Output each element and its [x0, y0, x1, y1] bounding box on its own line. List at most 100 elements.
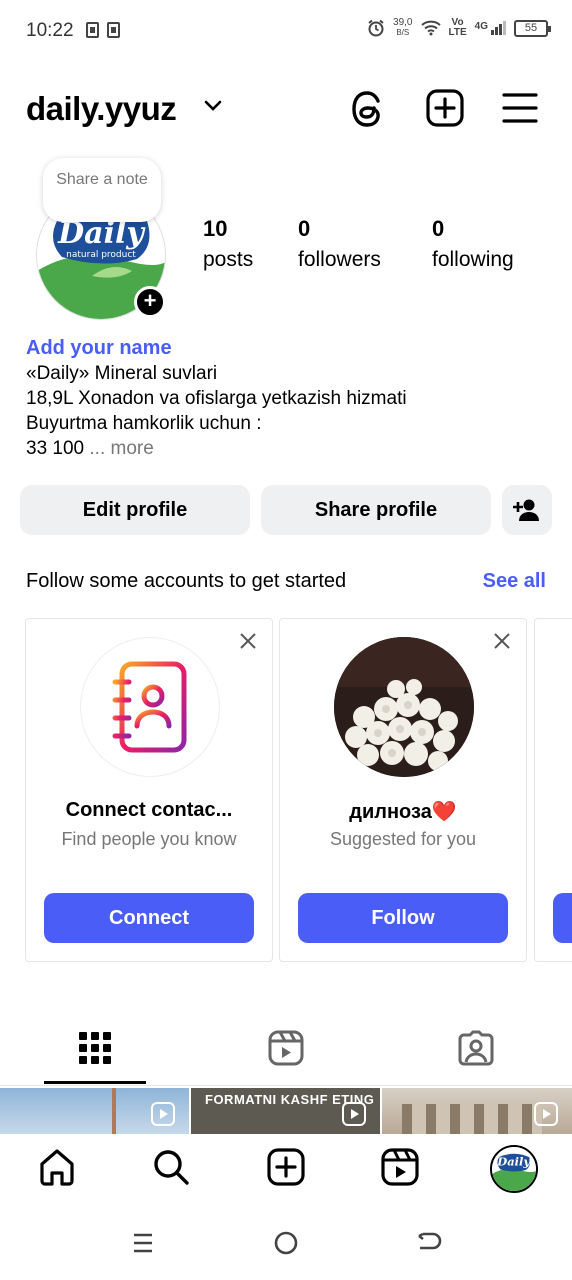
- stat-label: followers: [298, 248, 381, 271]
- status-right: 39,0 B/S Vo LTE 4G 55: [367, 18, 551, 38]
- signal-icon: 4G: [475, 21, 506, 35]
- contacts-icon-circle: [80, 637, 220, 777]
- create-icon[interactable]: [267, 1148, 305, 1186]
- battery-icon: 55: [514, 19, 551, 37]
- profile-nav-avatar[interactable]: Daily: [490, 1145, 538, 1193]
- tower-shape: [112, 1088, 116, 1134]
- bio-line-last: 33 100 ... more: [26, 436, 556, 461]
- threads-icon[interactable]: [350, 89, 388, 129]
- bio: Add your name «Daily» Mineral suvlari 18…: [26, 335, 556, 461]
- profile-actions: Edit profile Share profile: [20, 485, 552, 535]
- home-icon[interactable]: [38, 1148, 76, 1186]
- volte-bottom: LTE: [448, 27, 467, 38]
- posts-grid: FORMATNI KASHF ETING: [0, 1088, 572, 1134]
- bottom-nav: Daily: [0, 1134, 572, 1206]
- content-tabs: [0, 1024, 572, 1086]
- suggestion-card-user: дилноза❤️ Suggested for you Follow: [279, 618, 527, 962]
- tabs-divider: [0, 1085, 572, 1086]
- chevron-down-icon[interactable]: [204, 100, 222, 112]
- bio-line: 33 100: [26, 438, 85, 459]
- alarm-icon: [368, 19, 384, 37]
- follow-button-partial[interactable]: [553, 893, 572, 943]
- wifi-icon: [420, 20, 441, 36]
- share-note-bubble[interactable]: Share a note: [43, 158, 161, 222]
- speed-unit: B/S: [396, 28, 410, 37]
- flowers-photo: [334, 637, 474, 777]
- stat-value: 0: [298, 216, 311, 241]
- card-subtitle: Find people you know: [61, 829, 237, 849]
- grid-icon: [79, 1032, 111, 1064]
- bio-line: 18,9L Xonadon va ofislarga yetkazish hiz…: [26, 388, 407, 409]
- add-post-icon[interactable]: [426, 89, 464, 127]
- stat-value: 10: [203, 216, 228, 241]
- reels-icon: [268, 1030, 304, 1066]
- recent-apps-icon[interactable]: [132, 1232, 154, 1254]
- edit-profile-button[interactable]: Edit profile: [20, 485, 250, 535]
- network-type: 4G: [474, 21, 488, 32]
- notification-icons: [86, 22, 120, 38]
- suggestion-card-contacts: Connect contac... Find people you know C…: [25, 618, 273, 962]
- see-all-link[interactable]: See all: [483, 570, 546, 593]
- stat-followers[interactable]: 0 followers: [298, 216, 381, 272]
- reels-nav-icon[interactable]: [381, 1148, 419, 1186]
- system-nav-bar: [0, 1206, 572, 1280]
- add-name-link[interactable]: Add your name: [26, 335, 556, 361]
- post-thumbnail[interactable]: [382, 1088, 572, 1134]
- connect-button[interactable]: Connect: [44, 893, 254, 943]
- network-speed: 39,0 B/S: [393, 18, 412, 38]
- card-title: Connect contac...: [65, 799, 233, 821]
- bio-line: Buyurtma hamkorlik uchun :: [26, 413, 262, 434]
- post-thumbnail[interactable]: FORMATNI KASHF ETING: [191, 1088, 380, 1134]
- volte-indicator: Vo LTE: [449, 18, 467, 38]
- add-person-icon: [513, 499, 539, 521]
- close-icon[interactable]: [492, 631, 512, 651]
- stat-following[interactable]: 0 following: [432, 216, 514, 272]
- more-label: more: [110, 438, 154, 459]
- post-thumbnail[interactable]: [0, 1088, 189, 1134]
- svg-text:Daily: Daily: [496, 1154, 531, 1168]
- active-tab-indicator: [44, 1081, 146, 1084]
- download-icon: [107, 22, 120, 38]
- back-icon[interactable]: [416, 1231, 442, 1255]
- reel-icon: [534, 1102, 558, 1126]
- stat-value: 0: [432, 216, 445, 241]
- suggestion-card-next[interactable]: [534, 618, 572, 962]
- svg-text:natural product: natural product: [66, 250, 136, 260]
- more-link[interactable]: ... more: [89, 438, 153, 459]
- building-shape: [402, 1104, 542, 1134]
- search-icon[interactable]: [152, 1148, 190, 1186]
- home-circle-icon[interactable]: [274, 1231, 298, 1255]
- add-story-plus-icon[interactable]: +: [134, 286, 166, 318]
- contacts-book-icon: [112, 661, 187, 753]
- reel-icon: [151, 1102, 175, 1126]
- stat-label: following: [432, 248, 514, 271]
- suggestions-header: Follow some accounts to get started See …: [26, 570, 546, 593]
- battery-level: 55: [524, 21, 538, 34]
- tab-tagged[interactable]: [380, 1024, 570, 1086]
- card-title: дилноза❤️: [349, 801, 457, 823]
- tagged-person-icon: [458, 1030, 494, 1066]
- follow-button[interactable]: Follow: [298, 893, 508, 943]
- daily-logo-small: Daily: [492, 1147, 536, 1191]
- stat-posts[interactable]: 10 posts: [203, 216, 253, 272]
- more-ellipsis: ...: [89, 438, 106, 459]
- card-subtitle: Suggested for you: [329, 829, 477, 849]
- notification-app-icon: [86, 22, 99, 38]
- status-time: 10:22: [26, 20, 74, 41]
- close-icon[interactable]: [238, 631, 258, 651]
- share-profile-button[interactable]: Share profile: [261, 485, 491, 535]
- reel-icon: [342, 1102, 366, 1126]
- bio-line: «Daily» Mineral suvlari: [26, 363, 218, 384]
- username[interactable]: daily.yyuz: [26, 90, 177, 128]
- discover-people-button[interactable]: [502, 485, 552, 535]
- stat-label: posts: [203, 248, 254, 271]
- user-avatar[interactable]: [334, 637, 474, 777]
- menu-icon[interactable]: [502, 92, 538, 124]
- status-bar: 10:22 39,0 B/S Vo LTE 4G 55: [0, 0, 572, 64]
- profile-header: daily.yyuz: [0, 86, 572, 132]
- speed-value: 39,0: [393, 17, 413, 28]
- note-prompt: Share a note: [56, 171, 148, 188]
- tab-reels[interactable]: [190, 1024, 380, 1086]
- suggestions-heading: Follow some accounts to get started: [26, 570, 347, 592]
- tab-posts-grid[interactable]: [0, 1024, 190, 1086]
